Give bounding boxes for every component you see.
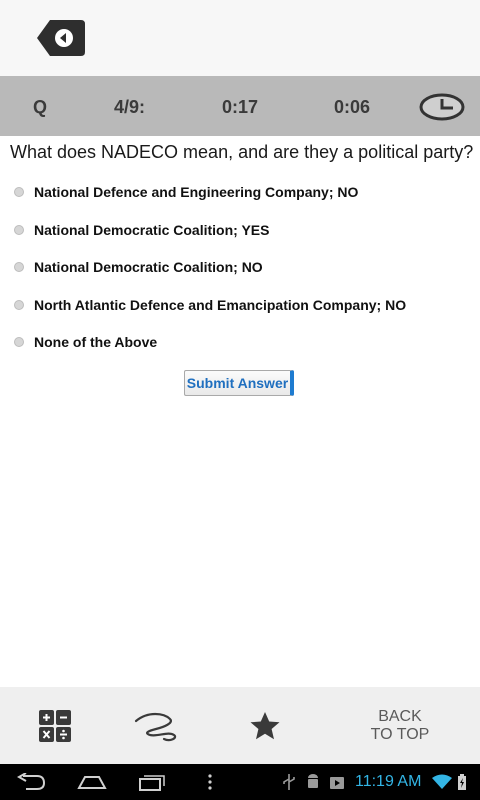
answer-option[interactable]: National Democratic Coalition; YES bbox=[14, 218, 269, 242]
answer-option-label: National Democratic Coalition; YES bbox=[34, 222, 270, 238]
back-arrow-icon bbox=[37, 20, 85, 56]
battery-icon bbox=[456, 764, 468, 800]
question-label: Q bbox=[33, 97, 48, 117]
answer-option[interactable]: None of the Above bbox=[14, 330, 157, 354]
star-icon bbox=[250, 711, 280, 739]
answer-option-label: None of the Above bbox=[34, 334, 158, 350]
submit-answer-button[interactable]: Submit Answer bbox=[184, 370, 294, 396]
answer-option[interactable]: National Defence and Engineering Company… bbox=[14, 180, 358, 204]
question-progress: 4/9: bbox=[114, 97, 146, 117]
scribble-icon bbox=[134, 712, 177, 741]
total-timer: 0:06 bbox=[334, 97, 371, 117]
overflow-menu-icon bbox=[208, 774, 212, 790]
recent-apps-icon bbox=[139, 775, 165, 791]
favorite-button[interactable] bbox=[245, 687, 285, 764]
nav-back-icon bbox=[17, 773, 46, 790]
radio-button[interactable] bbox=[14, 225, 24, 235]
android-debug-icon bbox=[303, 764, 323, 800]
back-button[interactable] bbox=[36, 19, 86, 57]
calculator-icon bbox=[39, 709, 71, 742]
quiz-status-bar: Q 4/9: 0:17 0:06 bbox=[0, 76, 480, 136]
wifi-icon bbox=[430, 764, 454, 800]
nav-back-button[interactable] bbox=[12, 764, 52, 800]
radio-button[interactable] bbox=[14, 300, 24, 310]
calculator-button[interactable] bbox=[30, 687, 80, 764]
answer-option-label: National Democratic Coalition; NO bbox=[34, 259, 263, 275]
home-icon bbox=[77, 776, 107, 789]
answer-option[interactable]: National Democratic Coalition; NO bbox=[14, 255, 263, 279]
back-to-top-button[interactable]: BACK TO TOP bbox=[360, 687, 440, 764]
radio-button[interactable] bbox=[14, 187, 24, 197]
menu-button[interactable] bbox=[200, 764, 220, 800]
question-text: What does NADECO mean, and are they a po… bbox=[10, 142, 474, 162]
play-store-icon bbox=[327, 764, 347, 800]
answer-option-label: National Defence and Engineering Company… bbox=[34, 184, 359, 200]
top-bar bbox=[0, 0, 480, 76]
nav-recent-apps-button[interactable] bbox=[132, 764, 172, 800]
scribble-button[interactable] bbox=[130, 687, 184, 764]
clock-icon[interactable] bbox=[419, 93, 465, 121]
bottom-toolbar: BACK TO TOP bbox=[0, 687, 480, 764]
question-timer: 0:17 bbox=[222, 97, 259, 117]
back-to-top-label: BACK bbox=[378, 707, 422, 725]
system-navigation-bar: 11:19 AM bbox=[0, 764, 480, 800]
answer-option-label: North Atlantic Defence and Emancipation … bbox=[34, 297, 407, 313]
radio-button[interactable] bbox=[14, 262, 24, 272]
status-bar-time: 11:19 AM bbox=[355, 773, 422, 790]
nav-home-button[interactable] bbox=[72, 764, 112, 800]
radio-button[interactable] bbox=[14, 337, 24, 347]
usb-icon bbox=[280, 764, 298, 800]
back-to-top-label: TO TOP bbox=[370, 725, 430, 743]
answer-option[interactable]: North Atlantic Defence and Emancipation … bbox=[14, 293, 406, 317]
